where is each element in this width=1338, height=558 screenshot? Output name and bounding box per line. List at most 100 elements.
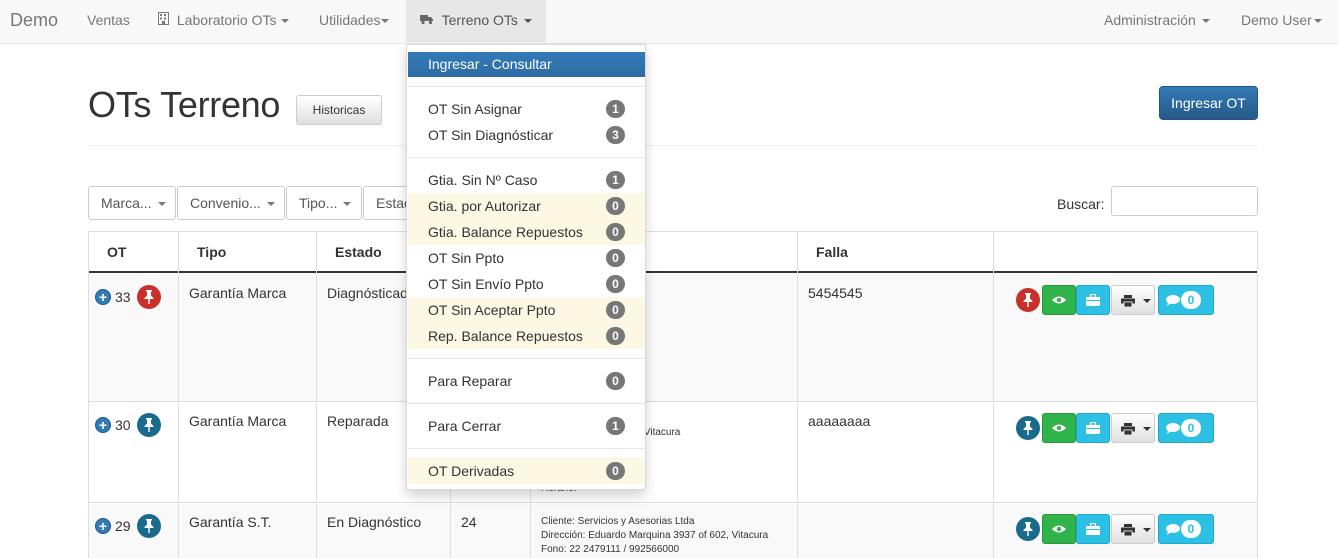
chevron-down-icon <box>157 202 166 207</box>
eye-icon <box>1052 296 1066 304</box>
pin-button[interactable] <box>1016 416 1040 440</box>
print-dropdown-button[interactable] <box>1111 514 1155 544</box>
count-badge: 0 <box>606 372 625 390</box>
print-dropdown-button[interactable] <box>1111 285 1155 315</box>
nav-ventas[interactable]: Ventas <box>73 0 144 42</box>
nav-user-menu[interactable]: Demo User <box>1227 0 1336 42</box>
dd-ot-sin-aceptar-ppto[interactable]: OT Sin Aceptar Ppto 0 <box>408 297 645 323</box>
dd-gtia-sin-caso[interactable]: Gtia. Sin Nº Caso 1 <box>408 167 645 193</box>
count-badge: 0 <box>606 197 625 215</box>
dd-item-label: OT Sin Ppto <box>428 250 505 266</box>
th-tipo[interactable]: Tipo <box>179 232 317 273</box>
briefcase-button[interactable] <box>1076 514 1110 544</box>
historicas-button[interactable]: Historicas <box>296 95 382 125</box>
detail-line: Dirección: Eduardo Marquina 3937 of 602,… <box>541 530 769 541</box>
filter-convenio-select[interactable]: Convenio... <box>177 186 285 220</box>
dd-ot-sin-envio-ppto[interactable]: OT Sin Envío Ppto 0 <box>408 271 645 297</box>
count-badge: 0 <box>606 223 625 241</box>
dd-divider <box>408 358 645 359</box>
search-input[interactable] <box>1111 186 1258 216</box>
comment-icon <box>1166 423 1180 434</box>
search-label: Buscar: <box>1057 196 1105 212</box>
print-icon <box>1121 524 1135 536</box>
dd-rep-balance-repuestos[interactable]: Rep. Balance Repuestos 0 <box>408 323 645 349</box>
nav-utilidades[interactable]: Utilidades <box>305 0 403 42</box>
comment-icon <box>1166 295 1180 306</box>
view-button[interactable] <box>1042 514 1076 544</box>
dd-ingresar-consultar[interactable]: Ingresar - Consultar <box>408 52 645 77</box>
briefcase-button[interactable] <box>1076 413 1110 443</box>
building-icon <box>158 0 169 40</box>
pin-button[interactable] <box>1016 288 1040 312</box>
expand-row-icon[interactable]: + <box>95 518 111 534</box>
brand-logo[interactable]: Demo <box>10 0 58 42</box>
dd-divider <box>408 448 645 449</box>
print-dropdown-button[interactable] <box>1111 413 1155 443</box>
truck-icon <box>420 0 434 40</box>
ot-number: 29 <box>115 518 131 534</box>
pin-button[interactable] <box>1016 517 1040 541</box>
dd-para-cerrar[interactable]: Para Cerrar 1 <box>408 413 645 439</box>
dd-gtia-por-autorizar[interactable]: Gtia. por Autorizar 0 <box>408 193 645 219</box>
expand-row-icon[interactable]: + <box>95 289 111 305</box>
nav-user-label: Demo User <box>1241 12 1312 28</box>
th-falla[interactable]: Falla <box>798 232 994 273</box>
filter-marca-label: Marca... <box>101 195 152 211</box>
eye-icon <box>1052 424 1066 432</box>
chevron-down-icon <box>266 202 275 207</box>
ot-number: 33 <box>115 289 131 305</box>
count-badge: 0 <box>606 301 625 319</box>
cell-actions: 0 <box>994 504 1257 558</box>
comment-count-badge: 0 <box>1181 419 1201 437</box>
cell-actions: 0 <box>994 275 1257 401</box>
dd-item-label: OT Sin Diagnósticar <box>428 127 554 143</box>
chevron-down-icon <box>1313 19 1322 24</box>
comments-button[interactable]: 0 <box>1158 285 1214 315</box>
pin-icon <box>1023 421 1033 435</box>
nav-laboratorio-ots[interactable]: Laboratorio OTs <box>144 0 303 42</box>
cell-ot: +29 <box>89 504 179 558</box>
print-icon <box>1121 423 1135 435</box>
filter-tipo-select[interactable]: Tipo... <box>286 186 362 220</box>
dd-gtia-balance-repuestos[interactable]: Gtia. Balance Repuestos 0 <box>408 219 645 245</box>
dd-ot-derivadas[interactable]: OT Derivadas 0 <box>408 458 645 484</box>
dd-ot-sin-ppto[interactable]: OT Sin Ppto 0 <box>408 245 645 271</box>
count-badge: 0 <box>606 249 625 267</box>
view-button[interactable] <box>1042 285 1076 315</box>
count-badge: 3 <box>606 126 625 144</box>
cell-detalle: Cliente: Servicios y Asesorias Ltda Dire… <box>531 504 798 558</box>
comments-button[interactable]: 0 <box>1158 413 1214 443</box>
top-navbar: Demo Ventas Laboratorio OTs Utilidades T… <box>0 0 1338 44</box>
pin-icon <box>136 285 161 309</box>
nav-terreno-ots[interactable]: Terreno OTs <box>406 0 546 42</box>
cell-ot: +30 <box>89 403 179 502</box>
filter-marca-select[interactable]: Marca... <box>88 186 176 220</box>
cell-tipo: Garantía S.T. <box>179 504 317 558</box>
dd-item-label: Ingresar - Consultar <box>428 56 552 72</box>
comments-button[interactable]: 0 <box>1158 514 1214 544</box>
header-divider <box>88 145 1258 146</box>
dd-item-label: Para Reparar <box>428 373 513 389</box>
th-ot[interactable]: OT <box>89 232 179 273</box>
table-row: +33 Garantía Marca Diagnósticado Clara 3… <box>89 275 1257 402</box>
briefcase-icon <box>1086 294 1100 306</box>
filter-convenio-label: Convenio... <box>190 195 261 211</box>
nav-utilidades-label: Utilidades <box>319 12 381 28</box>
view-button[interactable] <box>1042 413 1076 443</box>
expand-row-icon[interactable]: + <box>95 417 111 433</box>
count-badge: 1 <box>606 100 625 118</box>
ingresar-ot-button[interactable]: Ingresar OT <box>1159 86 1258 120</box>
dd-ot-sin-diagnosticar[interactable]: OT Sin Diagnósticar 3 <box>408 122 645 148</box>
table-row: +29 Garantía S.T. En Diagnóstico 24 Clie… <box>89 504 1257 558</box>
dd-para-reparar[interactable]: Para Reparar 0 <box>408 368 645 394</box>
dd-ot-sin-asignar[interactable]: OT Sin Asignar 1 <box>408 96 645 122</box>
dd-item-label: OT Sin Envío Ppto <box>428 276 544 292</box>
cell-ot: +33 <box>89 275 179 401</box>
cell-actions: 0 <box>994 403 1257 502</box>
cell-tipo: Garantía Marca <box>179 275 317 401</box>
nav-administracion[interactable]: Administración <box>1090 0 1224 42</box>
briefcase-button[interactable] <box>1076 285 1110 315</box>
count-badge: 1 <box>606 417 625 435</box>
dd-item-label: Para Cerrar <box>428 418 502 434</box>
dd-item-label: OT Sin Asignar <box>428 101 522 117</box>
